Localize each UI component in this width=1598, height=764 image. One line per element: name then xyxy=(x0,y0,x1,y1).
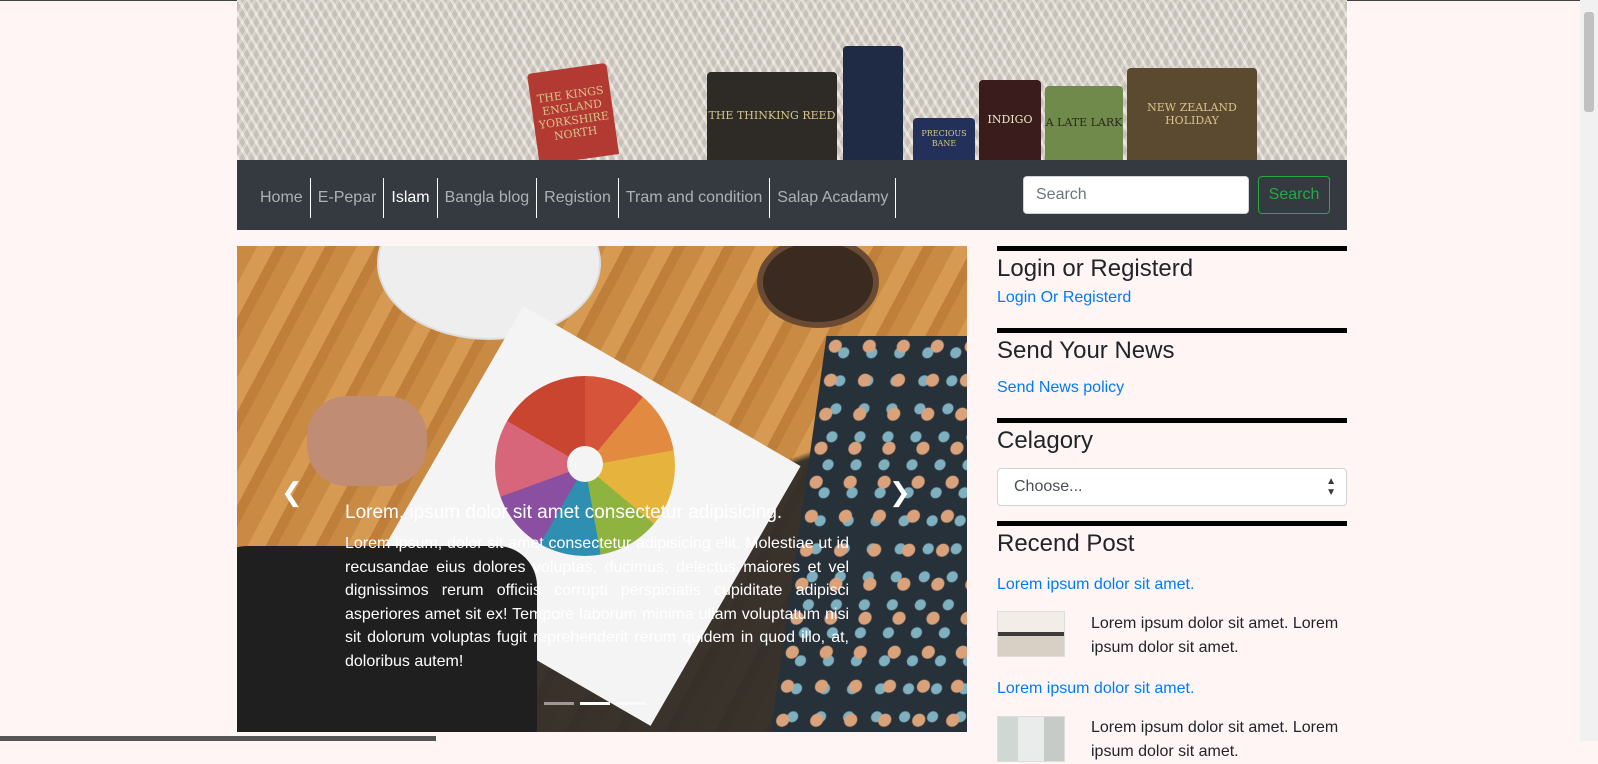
nav-item-islam[interactable]: Islam xyxy=(384,178,438,218)
book-title: INDIGO xyxy=(987,113,1033,127)
recent-post-link-1[interactable]: Lorem ipsum dolor sit amet. xyxy=(997,576,1194,594)
recent-post-thumbnail-1[interactable] xyxy=(997,611,1065,657)
category-select-value: Choose... xyxy=(1014,478,1083,495)
recent-post-link-2[interactable]: Lorem ipsum dolor sit amet. xyxy=(997,680,1194,698)
search-input[interactable] xyxy=(1023,176,1249,214)
book-thinking-reed: THE THINKING REED xyxy=(707,72,837,160)
hand-decor xyxy=(307,396,427,486)
carousel-caption: Lorem, ipsum dolor sit amet consectetur … xyxy=(345,502,849,673)
carousel-indicator-1[interactable] xyxy=(544,702,574,705)
page-container: THE KINGS ENGLAND YORKSHIRE NORTH THE TH… xyxy=(237,0,1347,762)
news-section: Send Your News Send News policy xyxy=(997,328,1347,397)
recent-post-text-1: Lorem ipsum dolor sit amet. Lorem ipsum … xyxy=(1091,615,1339,656)
nav-item-bangla-blog[interactable]: Bangla blog xyxy=(438,178,538,218)
book-new-zealand-holiday: NEW ZEALAND HOLIDAY xyxy=(1127,68,1257,160)
book-title: A LATE LARK xyxy=(1045,116,1123,130)
recent-post-thumbnail-2[interactable] xyxy=(997,716,1065,762)
book-title: THE THINKING REED xyxy=(708,109,836,123)
book-indigo: INDIGO xyxy=(979,80,1041,160)
nav-item-e-pepar[interactable]: E-Pepar xyxy=(311,178,385,218)
nav-menu: Home E-Pepar Islam Bangla blog Registion Tram… xyxy=(253,178,897,218)
book-late-lark: A LATE LARK xyxy=(1045,86,1123,160)
nav-item-home[interactable]: Home xyxy=(253,178,311,218)
book-title: NEW ZEALAND HOLIDAY xyxy=(1147,100,1237,127)
nav-item-registion[interactable]: Registion xyxy=(537,178,619,218)
carousel-indicators xyxy=(544,702,646,705)
login-section: Login or Registerd Login Or Registerd xyxy=(997,246,1347,307)
nav-item-salap-acadamy[interactable]: Salap Acadamy xyxy=(770,178,897,218)
chevron-left-icon[interactable]: ❮ xyxy=(281,478,303,508)
category-select[interactable]: Choose... ▲ ▼ xyxy=(997,468,1347,506)
caption-title: Lorem, ipsum dolor sit amet consectetur … xyxy=(345,502,783,523)
book-kings-england: THE KINGS ENGLAND YORKSHIRE NORTH xyxy=(526,62,620,160)
news-title: Send Your News xyxy=(997,328,1347,365)
image-carousel: ❮ ❯ Lorem, ipsum dolor sit amet consecte… xyxy=(237,246,967,732)
select-arrows-icon: ▲ ▼ xyxy=(1326,476,1336,498)
header-banner-image: THE KINGS ENGLAND YORKSHIRE NORTH THE TH… xyxy=(237,0,1347,160)
login-title: Login or Registerd xyxy=(997,246,1347,283)
book-precious-bane: PRECIOUS BANE xyxy=(913,118,975,160)
category-title: Celagory xyxy=(997,418,1347,455)
news-policy-link[interactable]: Send News policy xyxy=(997,379,1347,397)
nav-item-tram-and-condition[interactable]: Tram and condition xyxy=(619,178,771,218)
chevron-right-icon[interactable]: ❯ xyxy=(889,478,911,508)
carousel-indicator-3[interactable] xyxy=(616,702,646,705)
scrollbar-thumb[interactable] xyxy=(1584,12,1594,112)
book-title: THE KINGS ENGLAND YORKSHIRE NORTH xyxy=(536,83,610,143)
horizontal-scrollbar[interactable] xyxy=(0,736,436,741)
book-blue xyxy=(843,46,903,160)
carousel-indicator-2[interactable] xyxy=(580,702,610,705)
search-button[interactable]: Search xyxy=(1258,176,1330,214)
book-title: PRECIOUS BANE xyxy=(921,129,967,148)
caption-text: Lorem ipsum, dolor sit amet consectetur … xyxy=(345,535,849,670)
color-wheel-center xyxy=(567,446,603,482)
category-section: Celagory xyxy=(997,418,1347,455)
recent-posts-section: Recend Post xyxy=(997,521,1347,558)
main-navbar: Home E-Pepar Islam Bangla blog Registion Tram… xyxy=(237,160,1347,230)
login-link[interactable]: Login Or Registerd xyxy=(997,289,1347,307)
recent-post-text-2: Lorem ipsum dolor sit amet. Lorem ipsum … xyxy=(1091,719,1339,760)
recent-posts-title: Recend Post xyxy=(997,521,1347,558)
vertical-scrollbar[interactable] xyxy=(1580,0,1598,741)
